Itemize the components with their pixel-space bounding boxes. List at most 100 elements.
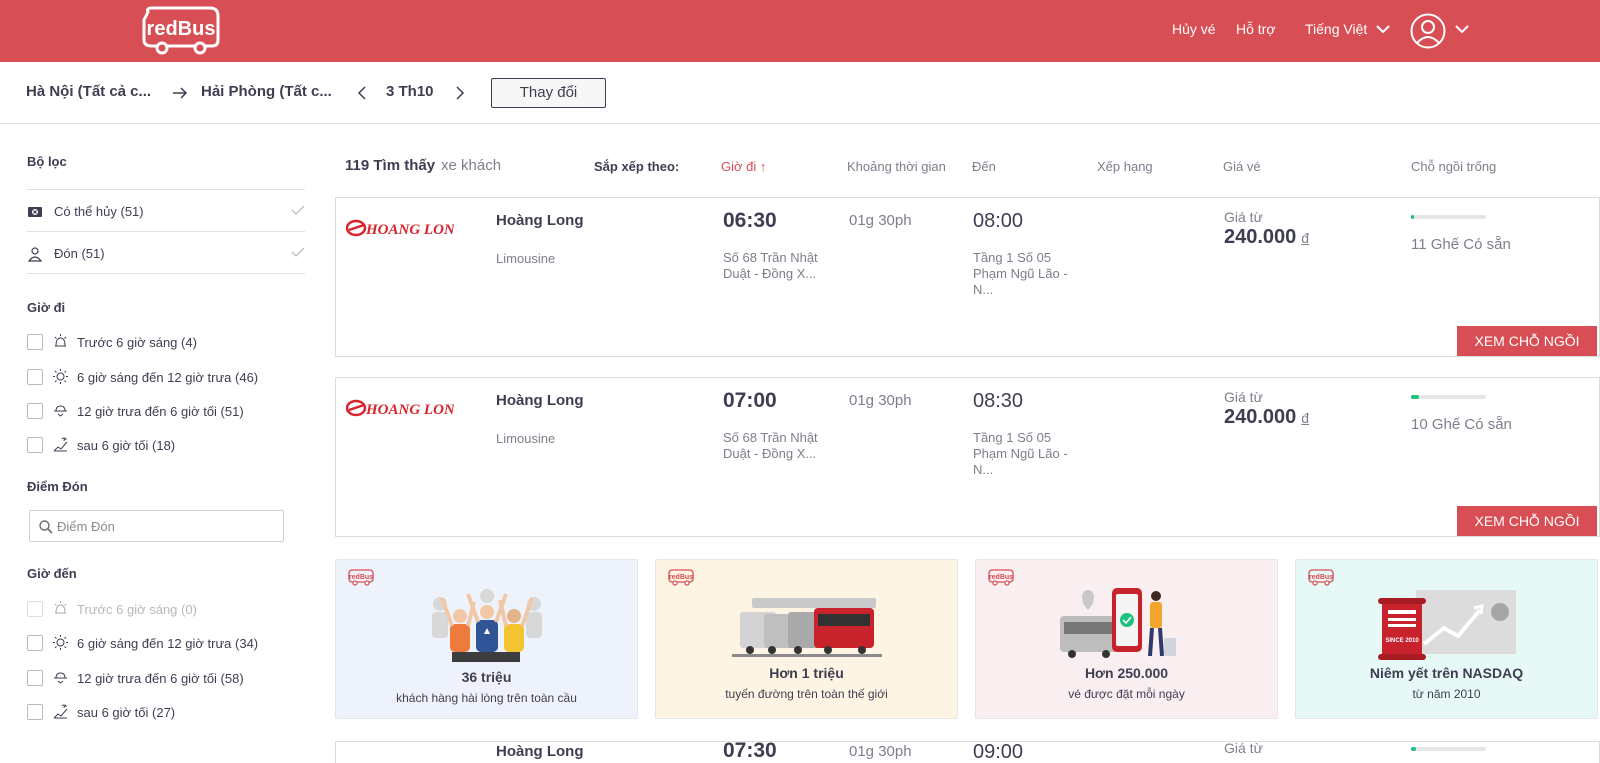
promo-subtitle: từ năm 2010 bbox=[1412, 687, 1481, 701]
seat-availability-fill bbox=[1411, 215, 1414, 219]
option-label: Trước 6 giờ sáng (4) bbox=[77, 335, 197, 350]
pickup-point-input[interactable] bbox=[57, 516, 277, 536]
departure-option[interactable]: Trước 6 giờ sáng (4) bbox=[27, 332, 305, 352]
checkbox[interactable] bbox=[27, 670, 43, 686]
promo-title: Hơn 1 triệu bbox=[769, 665, 844, 681]
operator-name: Hoàng Long bbox=[496, 212, 584, 229]
option-label: 6 giờ sáng đến 12 giờ trưa (46) bbox=[77, 370, 259, 385]
mini-logo-text: redBus bbox=[669, 574, 693, 581]
mobile-booking-illustration bbox=[1059, 588, 1176, 658]
chevron-left-icon[interactable] bbox=[356, 85, 368, 101]
option-label: Trước 6 giờ sáng (0) bbox=[77, 602, 197, 617]
promo-subtitle: khách hàng hài lòng trên toàn cầu bbox=[396, 691, 577, 705]
night-icon bbox=[53, 437, 68, 452]
change-search-button[interactable]: Thay đổi bbox=[491, 78, 606, 108]
promo-tile-bookings: redBus Hơn 250.000 vé được đặt mỗi ngày bbox=[975, 559, 1278, 719]
redbus-logo[interactable]: redBus bbox=[140, 6, 222, 56]
redbus-mini-logo: redBus bbox=[988, 569, 1014, 586]
promo-title: 36 triệu bbox=[461, 669, 512, 685]
arrival-time: 09:00 bbox=[973, 741, 1024, 763]
seat-availability-bar bbox=[1411, 747, 1486, 751]
option-label: 12 giờ trưa đến 6 giờ tối (58) bbox=[77, 671, 244, 686]
departure-time-title: Giờ đi bbox=[27, 300, 66, 315]
sunset-icon bbox=[54, 672, 67, 684]
checkbox[interactable] bbox=[27, 369, 43, 385]
pickup-point-title: Điểm Đón bbox=[27, 479, 88, 494]
chevron-right-icon[interactable] bbox=[454, 85, 466, 101]
arrival-time: 08:30 bbox=[973, 390, 1024, 412]
operator-logo-text: HOANG LONG bbox=[365, 222, 454, 238]
operator-name: Hoàng Long bbox=[496, 743, 584, 760]
sort-rating[interactable]: Xếp hạng bbox=[1097, 159, 1153, 174]
checkbox[interactable] bbox=[27, 403, 43, 419]
sort-duration[interactable]: Khoảng thời gian bbox=[847, 159, 946, 174]
dropping-point: Tầng 1 Số 05 Phạm Ngũ Lão - N... bbox=[973, 250, 1068, 297]
filter-cancellable[interactable]: Có thể hủy (51) bbox=[27, 200, 305, 224]
operator-logo: HOANG LONG bbox=[346, 219, 454, 238]
sort-seats[interactable]: Chỗ ngồi trống bbox=[1411, 159, 1496, 174]
travel-date[interactable]: 3 Th10 bbox=[386, 83, 434, 100]
sort-by-label: Sắp xếp theo: bbox=[594, 159, 680, 174]
option-label: sau 6 giờ tối (18) bbox=[77, 438, 176, 453]
departure-option[interactable]: 12 giờ trưa đến 6 giờ tối (51) bbox=[27, 401, 305, 421]
checkbox bbox=[27, 601, 43, 617]
bus-result-card[interactable]: HOANG LONG Hoàng Long Limousine 06:30 Số… bbox=[335, 197, 1600, 357]
divider bbox=[27, 273, 305, 274]
checkbox[interactable] bbox=[27, 334, 43, 350]
chevron-down-icon[interactable] bbox=[1455, 24, 1469, 34]
bus-result-card[interactable]: Hoàng Long 07:30 01g 30ph 09:00 Giá từ bbox=[335, 741, 1600, 763]
fare-label: Giá từ bbox=[1224, 209, 1263, 225]
badge-text: SINCE 2010 bbox=[1385, 638, 1419, 644]
departure-option[interactable]: sau 6 giờ tối (18) bbox=[27, 435, 305, 455]
promo-title: Niêm yết trên NASDAQ bbox=[1369, 665, 1524, 681]
filter-title: Bộ lọc bbox=[27, 154, 67, 169]
arrival-option[interactable]: 6 giờ sáng đến 12 giờ trưa (34) bbox=[27, 633, 305, 653]
departure-option[interactable]: 6 giờ sáng đến 12 giờ trưa (46) bbox=[27, 367, 305, 387]
bus-type: Limousine bbox=[496, 251, 556, 266]
pickup-person-icon bbox=[27, 247, 43, 262]
bus-fleet-illustration bbox=[731, 598, 882, 657]
boarding-point: Số 68 Trần Nhật Duật - Đồng X... bbox=[723, 250, 818, 281]
checkmark-icon bbox=[291, 205, 305, 215]
arrival-time: 08:00 bbox=[973, 210, 1024, 232]
user-avatar-icon[interactable] bbox=[1410, 13, 1446, 49]
sort-arrival[interactable]: Đến bbox=[972, 159, 996, 174]
cancel-ticket-link[interactable]: Hủy vé bbox=[1172, 21, 1216, 37]
checkbox[interactable] bbox=[27, 704, 43, 720]
language-selector[interactable]: Tiếng Việt bbox=[1305, 21, 1367, 37]
chevron-down-icon[interactable] bbox=[1376, 24, 1390, 34]
bus-result-card[interactable]: HOANG LONG Hoàng Long Limousine 07:00 Số… bbox=[335, 377, 1600, 537]
promo-tile-nasdaq: redBus SINCE 2010 Niêm yết trên NASDAQ t… bbox=[1295, 559, 1598, 719]
redbus-mini-logo: redBus bbox=[668, 569, 694, 586]
destination-city[interactable]: Hải Phòng (Tất c... bbox=[201, 83, 332, 100]
seat-availability-bar bbox=[1411, 395, 1486, 399]
seat-availability-fill bbox=[1411, 395, 1419, 399]
fare-value: 240.000 bbox=[1224, 406, 1297, 428]
arrival-option: Trước 6 giờ sáng (0) bbox=[27, 599, 305, 619]
travel-duration: 01g 30ph bbox=[849, 392, 912, 409]
fare-amount: 240.000 đ bbox=[1224, 226, 1309, 249]
view-seats-button[interactable]: XEM CHỖ NGỒI bbox=[1457, 326, 1597, 356]
filter-label: Đón (51) bbox=[54, 246, 105, 261]
arrival-option[interactable]: 12 giờ trưa đến 6 giờ tối (58) bbox=[27, 668, 305, 688]
promo-tile-customers: redBus 36 triệu khách hàng hài lòng trên… bbox=[335, 559, 638, 719]
sunrise-icon bbox=[54, 334, 67, 347]
arrow-right-icon bbox=[173, 87, 188, 99]
view-seats-button[interactable]: XEM CHỖ NGỒI bbox=[1457, 506, 1597, 536]
sort-fare[interactable]: Giá vé bbox=[1223, 159, 1261, 174]
sort-departure[interactable]: Giờ đi ↑ bbox=[721, 159, 766, 174]
checkbox[interactable] bbox=[27, 437, 43, 453]
option-label: 6 giờ sáng đến 12 giờ trưa (34) bbox=[77, 636, 259, 651]
results-count: 119 Tìm thấy bbox=[345, 157, 436, 174]
sunset-icon bbox=[54, 405, 67, 417]
logo-text: redBus bbox=[147, 18, 216, 40]
source-city[interactable]: Hà Nội (Tất cả c... bbox=[26, 83, 151, 100]
checkmark-icon bbox=[291, 247, 305, 257]
filter-pickup[interactable]: Đón (51) bbox=[27, 242, 305, 266]
help-link[interactable]: Hỗ trợ bbox=[1236, 21, 1276, 37]
arrival-option[interactable]: sau 6 giờ tối (27) bbox=[27, 702, 305, 722]
happy-customers-illustration bbox=[431, 589, 542, 662]
mini-logo-text: redBus bbox=[1309, 574, 1333, 581]
pickup-search-box bbox=[29, 510, 284, 542]
checkbox[interactable] bbox=[27, 635, 43, 651]
